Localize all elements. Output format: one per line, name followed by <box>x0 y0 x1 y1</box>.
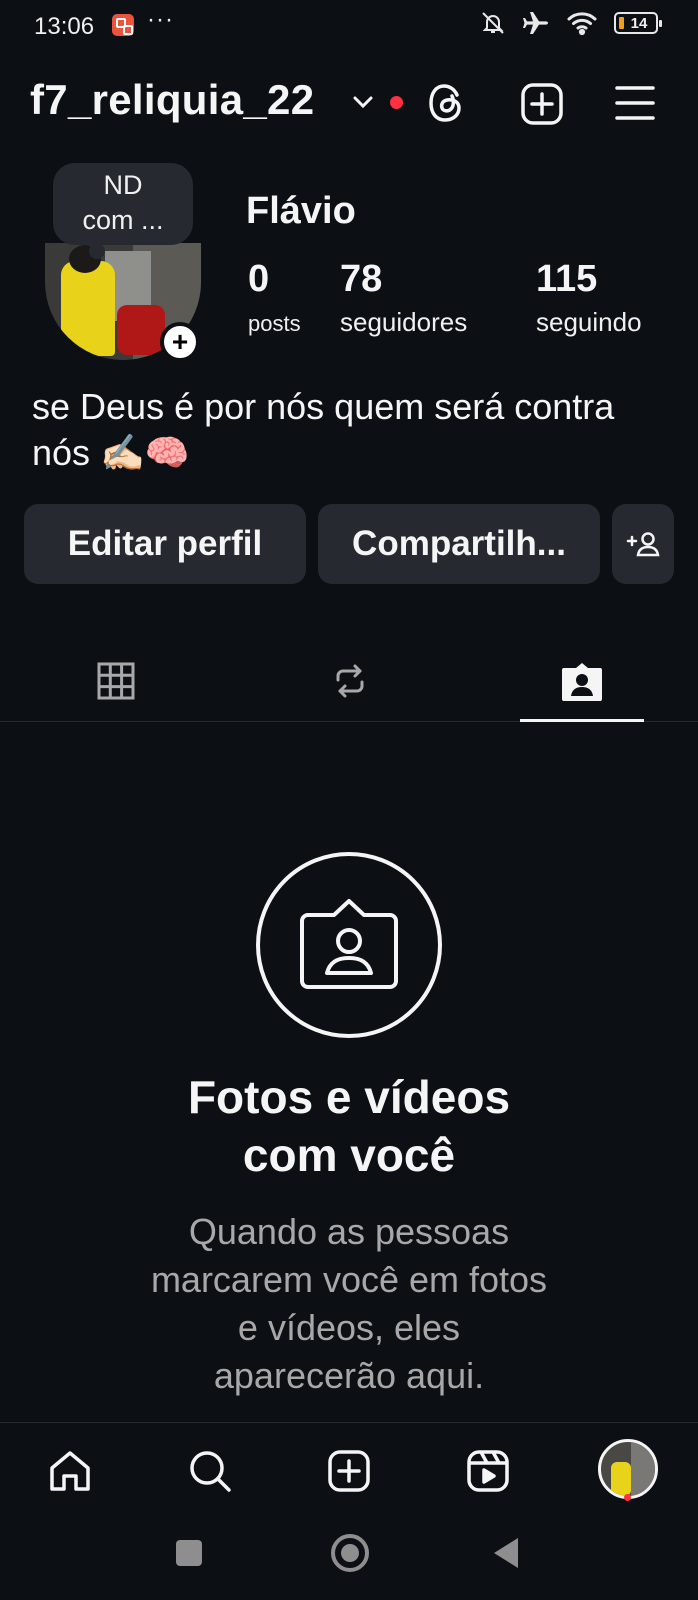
status-icons: 14 <box>480 10 662 36</box>
status-time: 13:06 <box>34 13 95 40</box>
grid-icon <box>97 662 135 700</box>
empty-state-description-text: Quando as pessoas marcarem você em fotos… <box>150 1211 548 1396</box>
create-icon[interactable] <box>520 82 564 126</box>
followers-count: 78 <box>340 258 383 300</box>
discover-people-button[interactable] <box>612 504 674 584</box>
add-story-icon[interactable]: + <box>160 322 200 362</box>
posts-label: posts <box>248 311 301 336</box>
empty-state-description: Quando as pessoas marcarem você em fotos… <box>0 1208 698 1400</box>
app-notification-icon <box>112 14 134 36</box>
share-profile-button[interactable]: Compartilh... <box>318 504 600 584</box>
nav-home[interactable] <box>42 1443 98 1499</box>
following-count: 115 <box>536 258 598 300</box>
edit-profile-button[interactable]: Editar perfil <box>24 504 306 584</box>
profile-tabs <box>0 640 698 722</box>
airplane-mode-icon <box>523 12 548 34</box>
reels-icon <box>467 1450 509 1492</box>
nav-search[interactable] <box>182 1443 238 1499</box>
profile-header: f7_reliquia_22 <box>0 72 698 134</box>
nav-create[interactable] <box>321 1443 377 1499</box>
wifi-icon <box>567 12 597 36</box>
battery-fill <box>619 17 624 29</box>
followers-stat[interactable]: 78 seguidores <box>340 258 467 338</box>
posts-stat[interactable]: 0 posts <box>248 258 301 337</box>
followers-label: seguidores <box>340 307 468 337</box>
reposts-icon <box>336 664 364 698</box>
following-stat[interactable]: 115 seguindo <box>536 258 642 338</box>
nav-reels[interactable] <box>460 1443 516 1499</box>
tab-posts[interactable] <box>54 640 178 722</box>
profile-bio: se Deus é por nós quem será contra nós ✍… <box>32 386 615 473</box>
battery-icon: 14 <box>614 12 662 34</box>
tagged-empty-icon-circle <box>256 852 442 1038</box>
following-label: seguindo <box>536 307 642 337</box>
note-text: ND com ... <box>82 170 164 235</box>
tab-reposts[interactable] <box>288 640 412 722</box>
profile-note[interactable]: ND com ... <box>53 163 193 259</box>
empty-state-title: Fotos e vídeos com você <box>0 1068 698 1184</box>
system-home-button[interactable] <box>331 1534 369 1572</box>
create-icon <box>328 1450 370 1492</box>
chevron-down-icon[interactable] <box>352 94 374 110</box>
username[interactable]: f7_reliquia_22 <box>30 76 314 124</box>
add-person-icon <box>626 532 660 557</box>
status-bar: 13:06 ··· 14 <box>0 0 698 52</box>
home-icon <box>50 1451 90 1491</box>
system-navigation-bar <box>0 1518 698 1600</box>
posts-count: 0 <box>248 258 270 300</box>
notification-dot <box>390 96 403 109</box>
tagged-icon <box>562 663 602 701</box>
nav-profile-avatar[interactable] <box>598 1439 658 1499</box>
battery-level: 14 <box>630 14 648 32</box>
bottom-navigation <box>0 1422 698 1518</box>
search-icon <box>190 1451 231 1492</box>
notifications-muted-icon <box>482 12 504 34</box>
menu-icon[interactable] <box>614 84 656 122</box>
system-back-button[interactable] <box>494 1538 518 1568</box>
recent-apps-button[interactable] <box>176 1540 202 1566</box>
status-overflow: ··· <box>147 6 174 33</box>
display-name: Flávio <box>246 190 356 232</box>
tagged-photo-icon <box>300 899 398 989</box>
threads-icon[interactable] <box>426 82 468 124</box>
active-tab-indicator <box>520 719 644 722</box>
empty-state-title-text: Fotos e vídeos com você <box>187 1071 511 1181</box>
tab-tagged[interactable] <box>520 640 644 722</box>
profile-notification-dot <box>624 1494 631 1501</box>
